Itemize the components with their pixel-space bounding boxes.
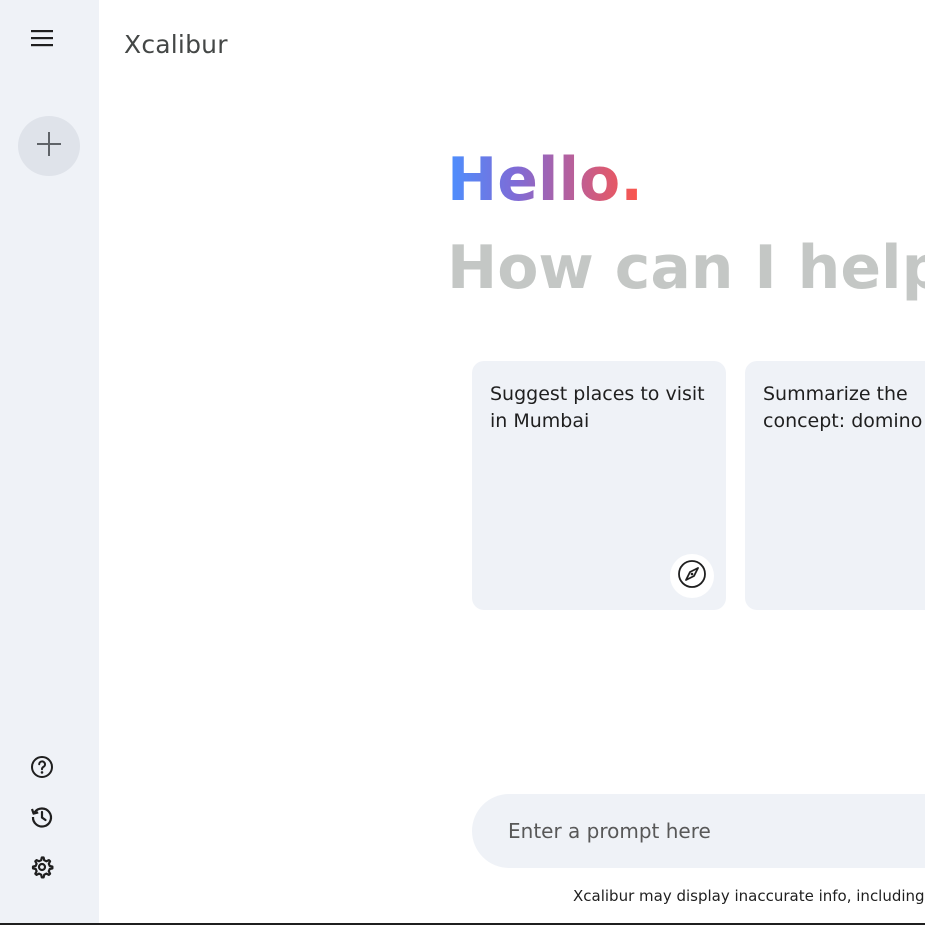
- activity-button[interactable]: [28, 805, 56, 833]
- suggestion-card-text: Summarize the concept: domino: [763, 383, 923, 432]
- suggestion-card[interactable]: Suggest places to visit in Mumbai: [472, 361, 726, 610]
- help-icon: [30, 755, 54, 783]
- card-icon-badge: [670, 554, 714, 598]
- help-button[interactable]: [28, 755, 56, 783]
- prompt-input[interactable]: [506, 818, 925, 844]
- menu-button[interactable]: [26, 24, 58, 56]
- disclaimer-text: Xcalibur may display inaccurate info, in…: [573, 887, 925, 905]
- app-title: Xcalibur: [124, 30, 228, 59]
- prompt-bar: [472, 794, 925, 868]
- history-icon: [30, 805, 54, 833]
- settings-button[interactable]: [28, 855, 56, 883]
- greeting-subtitle: How can I help y: [447, 233, 925, 303]
- settings-icon: [30, 855, 54, 883]
- suggestion-card-text: Suggest places to visit in Mumbai: [490, 383, 705, 432]
- hello-text: Hello.: [447, 145, 644, 215]
- sidebar: [0, 0, 99, 925]
- suggestion-card[interactable]: Summarize the concept: domino: [745, 361, 925, 610]
- menu-icon: [31, 29, 53, 51]
- greeting-hello: Hello.: [447, 140, 643, 220]
- compass-icon: [677, 559, 707, 593]
- app-window: Xcalibur Hello. How can I help y Suggest…: [0, 0, 925, 925]
- new-chat-button[interactable]: [18, 116, 80, 176]
- plus-icon: [35, 130, 63, 162]
